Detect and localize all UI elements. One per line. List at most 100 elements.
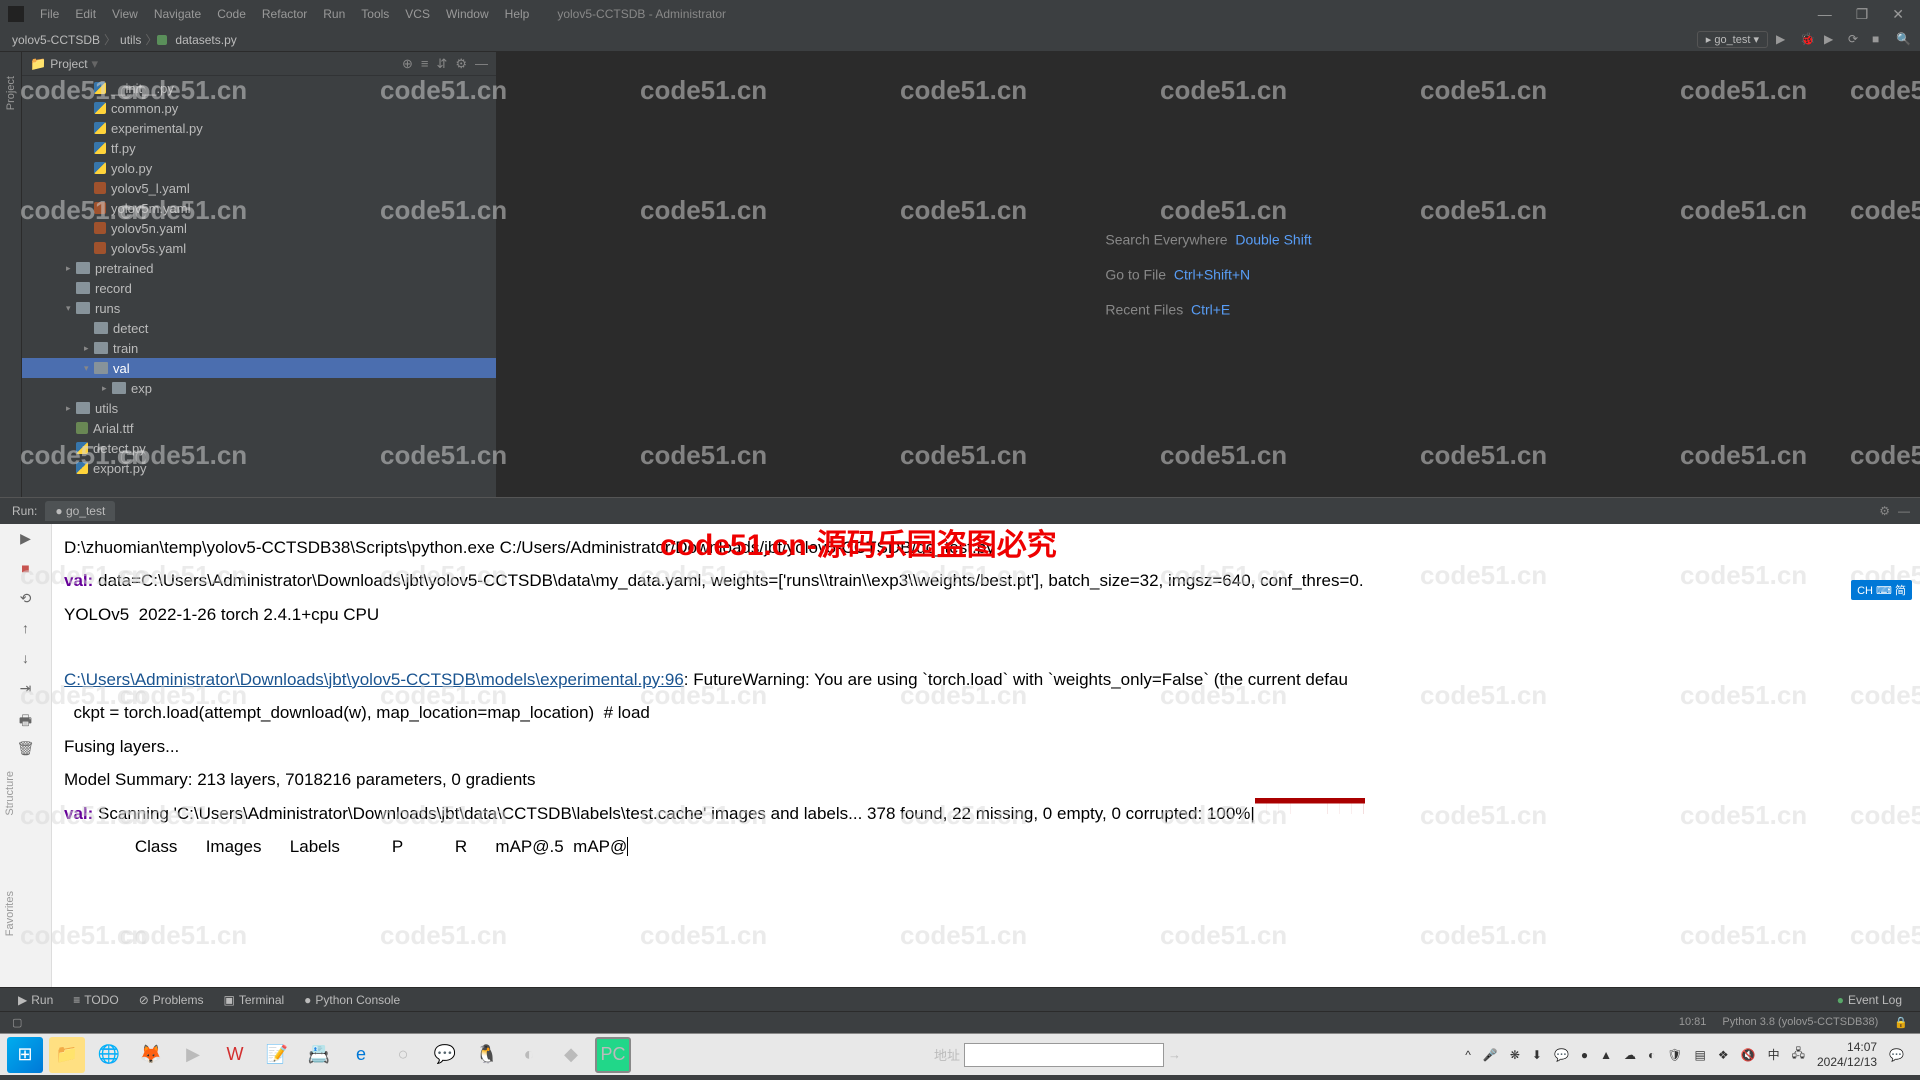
stop-button-icon[interactable]: ■ (1872, 32, 1888, 48)
menu-help[interactable]: Help (497, 7, 538, 21)
tree-item-tf-py[interactable]: tf.py (22, 138, 496, 158)
tree-item-experimental-py[interactable]: experimental.py (22, 118, 496, 138)
trash-icon[interactable]: 🗑 (16, 740, 36, 760)
menu-refactor[interactable]: Refactor (254, 7, 315, 21)
tree-item-yolov5_l-yaml[interactable]: yolov5_l.yaml (22, 178, 496, 198)
terminal-tab-button[interactable]: ▣ Terminal (213, 993, 294, 1007)
tree-item-common-py[interactable]: common.py (22, 98, 496, 118)
pycharm-icon[interactable]: PC (595, 1037, 631, 1073)
calendar-icon[interactable]: 📇 (301, 1037, 337, 1073)
todo-tab-button[interactable]: ≡ TODO (63, 993, 128, 1007)
hide-icon[interactable]: — (475, 56, 488, 72)
run-settings-icon[interactable]: ⚙ (1879, 504, 1890, 518)
menu-run[interactable]: Run (315, 7, 353, 21)
menu-window[interactable]: Window (438, 7, 497, 21)
note-icon[interactable]: 📝 (259, 1037, 295, 1073)
run-hide-icon[interactable]: — (1898, 504, 1910, 518)
tree-item-Arial-ttf[interactable]: Arial.ttf (22, 418, 496, 438)
close-button[interactable]: ✕ (1892, 6, 1904, 23)
tray-icon[interactable]: ◐ (1648, 1048, 1655, 1062)
ime-indicator[interactable]: CH ⌨ 简 (1851, 580, 1912, 600)
tree-item-record[interactable]: record (22, 278, 496, 298)
search-icon[interactable]: 🔍 (1896, 32, 1912, 48)
tree-item-yolov5s-yaml[interactable]: yolov5s.yaml (22, 238, 496, 258)
app-icon-2[interactable]: ○ (385, 1037, 421, 1073)
taskbar-clock[interactable]: 14:07 2024/12/13 (1817, 1040, 1877, 1069)
tree-item-detect-py[interactable]: detect.py (22, 438, 496, 458)
run-config-selector[interactable]: ▸ go_test ▾ (1697, 31, 1768, 48)
menu-file[interactable]: File (32, 7, 67, 21)
problems-tab-button[interactable]: ⊘ Problems (129, 993, 214, 1007)
chrome-icon[interactable]: 🌐 (91, 1037, 127, 1073)
address-go[interactable]: → (1168, 1047, 1181, 1062)
structure-tab[interactable]: Structure (0, 767, 20, 820)
debug-button-icon[interactable]: 🐞 (1800, 32, 1816, 48)
down-icon[interactable]: ↓ (16, 650, 36, 670)
tray-ime-icon[interactable]: 中 (1768, 1046, 1780, 1063)
tray-icon[interactable]: ❖ (1718, 1048, 1729, 1062)
tree-item-val[interactable]: ▾val (22, 358, 496, 378)
menu-edit[interactable]: Edit (67, 7, 104, 21)
wps-icon[interactable]: W (217, 1037, 253, 1073)
breadcrumb-file[interactable]: datasets.py (171, 33, 240, 47)
run-tab-button[interactable]: ▶ Run (8, 993, 63, 1007)
tree-item-pretrained[interactable]: ▸pretrained (22, 258, 496, 278)
tray-volume-icon[interactable]: 🔇 (1741, 1048, 1756, 1062)
tray-icon[interactable]: ⬇ (1532, 1048, 1542, 1062)
tray-icon[interactable]: ❋ (1510, 1048, 1520, 1062)
wrap-icon[interactable]: ⇥ (16, 680, 36, 700)
app-icon-4[interactable]: ◆ (553, 1037, 589, 1073)
breadcrumb-root[interactable]: yolov5-CCTSDB (8, 33, 104, 47)
tray-icon[interactable]: 🛡 (1667, 1048, 1682, 1062)
run-button-icon[interactable]: ▶ (1776, 32, 1792, 48)
run-tab-active[interactable]: ● go_test (45, 501, 115, 521)
menu-tools[interactable]: Tools (353, 7, 397, 21)
menu-code[interactable]: Code (209, 7, 254, 21)
python-interpreter[interactable]: Python 3.8 (yolov5-CCTSDB38) (1722, 1016, 1878, 1029)
locate-icon[interactable]: ⊕ (402, 56, 413, 72)
menu-navigate[interactable]: Navigate (146, 7, 209, 21)
firefox-icon[interactable]: 🦊 (133, 1037, 169, 1073)
tree-item-runs[interactable]: ▾runs (22, 298, 496, 318)
collapse-icon[interactable]: ⇵ (436, 56, 447, 72)
app-icon-3[interactable]: ◐ (511, 1037, 547, 1073)
tree-item-train[interactable]: ▸train (22, 338, 496, 358)
app-icon-1[interactable]: ▶ (175, 1037, 211, 1073)
tree-item-__init__-py[interactable]: __init__.py (22, 78, 496, 98)
edge-icon[interactable]: e (343, 1037, 379, 1073)
tree-item-yolo-py[interactable]: yolo.py (22, 158, 496, 178)
tray-icon[interactable]: 💬 (1554, 1048, 1569, 1062)
notifications-icon[interactable]: 💬 (1889, 1048, 1904, 1062)
tray-up-icon[interactable]: ^ (1465, 1048, 1471, 1062)
explorer-icon[interactable]: 📁 (49, 1037, 85, 1073)
tree-item-detect[interactable]: detect (22, 318, 496, 338)
tray-icon[interactable]: ● (1581, 1048, 1588, 1062)
tree-item-exp[interactable]: ▸exp (22, 378, 496, 398)
tree-item-export-py[interactable]: export.py (22, 458, 496, 478)
project-tab[interactable]: Project (3, 72, 19, 114)
maximize-button[interactable]: ❐ (1856, 6, 1869, 23)
tree-item-utils[interactable]: ▸utils (22, 398, 496, 418)
tray-icon[interactable]: ☁ (1624, 1048, 1636, 1062)
console-output[interactable]: D:\zhuomian\temp\yolov5-CCTSDB38\Scripts… (52, 524, 1920, 987)
favorites-tab[interactable]: Favorites (0, 887, 20, 940)
gear-icon[interactable]: ⚙ (455, 56, 467, 72)
dropdown-icon[interactable]: ▾ (92, 56, 99, 72)
start-button[interactable]: ⊞ (7, 1037, 43, 1073)
menu-vcs[interactable]: VCS (397, 7, 438, 21)
coverage-icon[interactable]: ▶ (1824, 32, 1840, 48)
project-tree[interactable]: __init__.pycommon.pyexperimental.pytf.py… (22, 76, 496, 497)
rerun-icon[interactable]: ▶ (16, 530, 36, 550)
print-icon[interactable]: 🖶 (16, 710, 36, 730)
breadcrumb-folder[interactable]: utils (116, 33, 145, 47)
tray-icon[interactable]: ▲ (1600, 1048, 1612, 1062)
tree-item-yolov5m-yaml[interactable]: yolov5m.yaml (22, 198, 496, 218)
wechat-icon[interactable]: 💬 (427, 1037, 463, 1073)
expand-icon[interactable]: ≡ (421, 56, 429, 72)
tray-network-icon[interactable]: 🖧 (1792, 1044, 1805, 1065)
restart-icon[interactable]: ⟲ (16, 590, 36, 610)
event-log-button[interactable]: ● Event Log (1827, 993, 1912, 1007)
qq-icon[interactable]: 🐧 (469, 1037, 505, 1073)
up-icon[interactable]: ↑ (16, 620, 36, 640)
tray-icon[interactable]: ▤ (1695, 1048, 1706, 1062)
